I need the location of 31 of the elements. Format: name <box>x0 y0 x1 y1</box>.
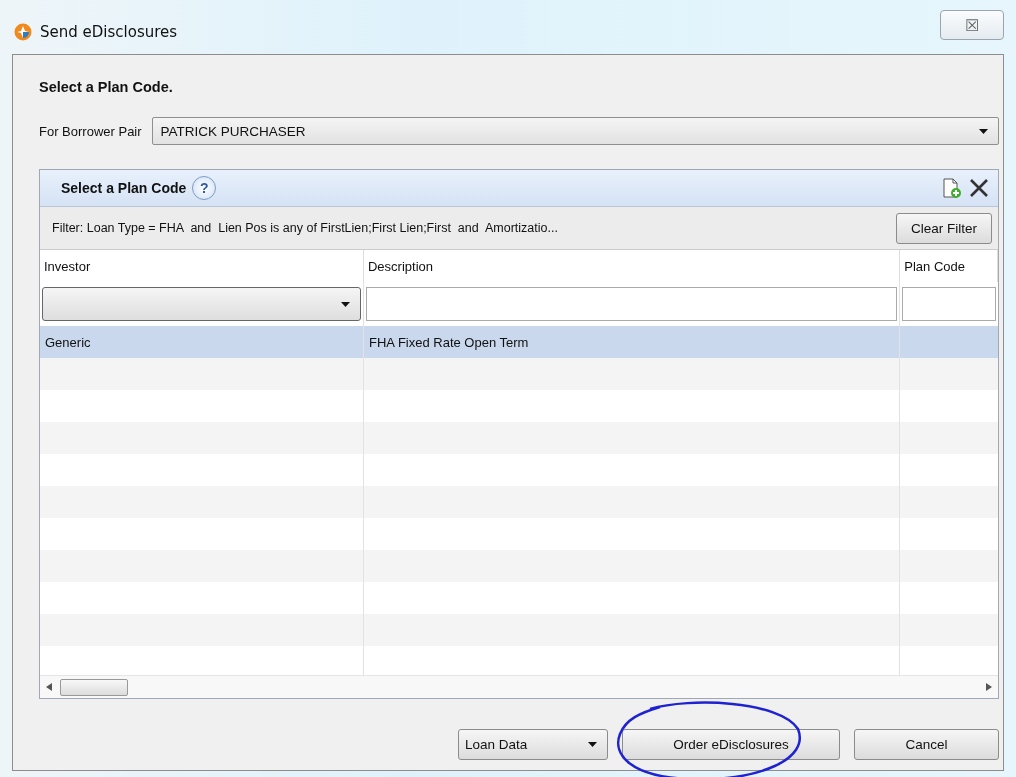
borrower-dropdown[interactable]: PATRICK PURCHASER <box>151 117 999 145</box>
panel-title: Select a Plan Code <box>61 180 187 196</box>
loan-data-dropdown[interactable]: Loan Data <box>458 729 608 760</box>
order-button[interactable]: Order eDisclosures <box>622 729 840 760</box>
close-icon[interactable] <box>968 177 990 199</box>
window-title: Send eDisclosures <box>40 23 178 41</box>
scrollbar-thumb[interactable] <box>60 678 128 696</box>
caret-icon <box>588 742 597 747</box>
scroll-right-icon[interactable] <box>986 683 992 691</box>
clear-filter-button[interactable]: Clear Filter <box>896 212 992 244</box>
filter-field[interactable] <box>366 287 898 321</box>
table-row[interactable]: Generic FHA Fixed Rate Open Term <box>40 326 998 358</box>
add-document-icon[interactable] <box>940 177 962 199</box>
section-heading: Select a Plan Code. <box>39 79 174 95</box>
scroll-left-icon[interactable] <box>46 683 52 691</box>
filter-text: Filter: Loan Type = FHA and Lien Pos is any of FirstLien;First Lien;First and Amortizatio... <box>52 221 559 235</box>
table-cell: Generic <box>45 334 91 350</box>
column-header[interactable]: Description <box>364 250 901 282</box>
field-label: For Borrower Pair <box>39 123 142 139</box>
help-button[interactable]: ? <box>192 176 217 200</box>
filter-dropdown[interactable] <box>42 287 361 321</box>
column-header[interactable]: Plan Code <box>900 250 998 282</box>
column-header[interactable]: Investor <box>40 250 364 282</box>
app-logo-icon <box>14 23 32 41</box>
horizontal-scrollbar[interactable] <box>40 675 998 698</box>
filter-field[interactable] <box>902 287 996 321</box>
cancel-button[interactable]: Cancel <box>854 729 999 760</box>
table-cell: FHA Fixed Rate Open Term <box>369 334 529 350</box>
caret-icon <box>341 301 350 307</box>
close-button[interactable]: ☒ <box>940 10 1004 40</box>
caret-icon <box>979 128 988 134</box>
